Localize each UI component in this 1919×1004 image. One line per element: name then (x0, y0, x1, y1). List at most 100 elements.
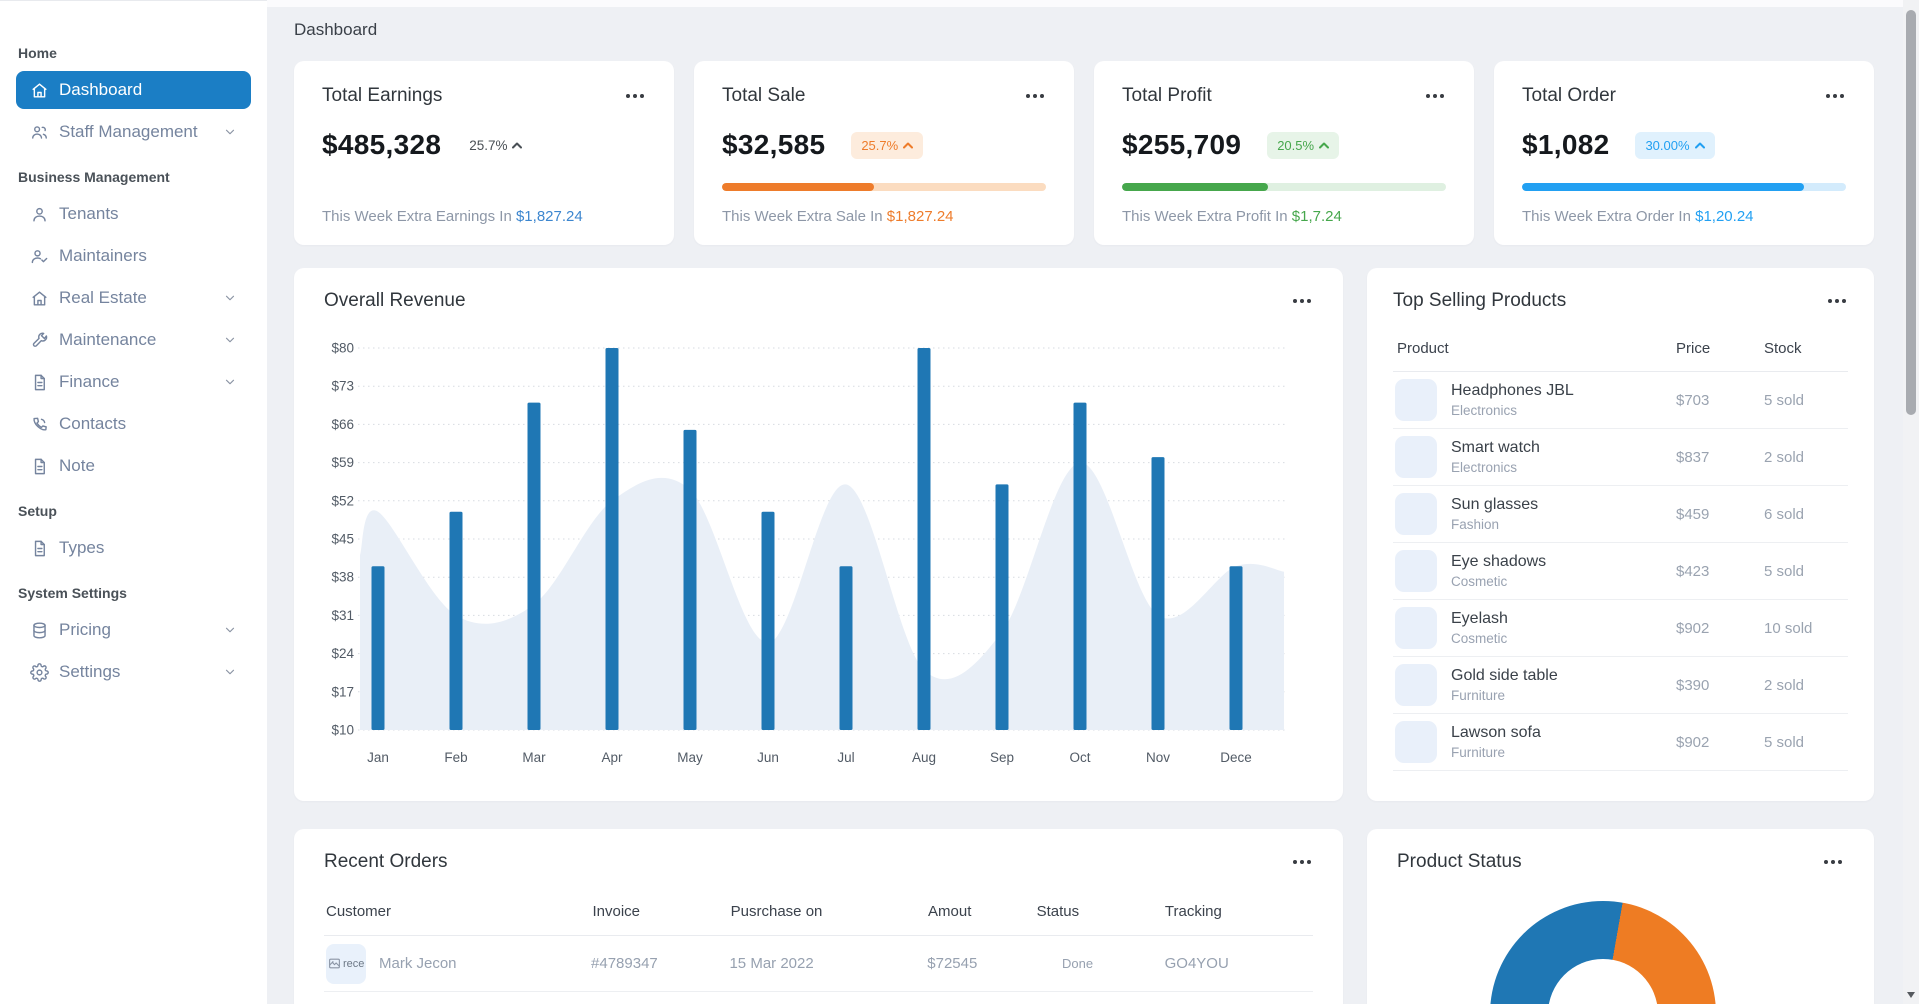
product-thumbnail (1395, 436, 1437, 478)
product-status-panel: Product Status (1367, 829, 1874, 1004)
product-row-eyelash[interactable]: Eyelash Cosmetic $902 10 sold (1393, 600, 1848, 657)
sidebar-item-contacts[interactable]: Contacts (16, 405, 251, 443)
product-row-smart-watch[interactable]: Smart watch Electronics $837 2 sold (1393, 429, 1848, 486)
product-category: Furniture (1451, 745, 1506, 760)
order-amount: $72545 (927, 955, 978, 972)
column-header-invoice: Invoice (592, 903, 641, 920)
product-status-donut (1490, 901, 1716, 1004)
svg-text:Jan: Jan (367, 750, 389, 765)
more-menu-button[interactable] (1291, 856, 1313, 868)
more-menu-button[interactable] (1424, 90, 1446, 102)
stat-cards-row: Total Earnings $485,328 25.7% This Week Ext… (294, 61, 1874, 245)
product-price: $459 (1676, 505, 1710, 523)
more-menu-button[interactable] (1291, 295, 1313, 307)
sidebar-item-finance[interactable]: Finance (16, 363, 251, 401)
sidebar-item-label: Maintenance (59, 330, 157, 349)
more-menu-button[interactable] (1024, 90, 1046, 102)
sidebar-item-real-estate[interactable]: Real Estate (16, 279, 251, 317)
sidebar-item-label: Dashboard (59, 80, 143, 99)
column-header-product: Product (1397, 340, 1449, 357)
product-price: $837 (1676, 448, 1710, 466)
card-value: $485,328 (322, 129, 442, 160)
product-stock: 2 sold (1764, 676, 1805, 694)
sidebar-section-header: Setup (18, 503, 57, 519)
footer-amount: $1,827.24 (886, 208, 954, 225)
order-purchase-date: 15 Mar 2022 (729, 955, 814, 972)
top-selling-panel: Top Selling Products Product Price Stock… (1367, 268, 1874, 801)
product-category: Furniture (1451, 688, 1506, 703)
sidebar-item-dashboard[interactable]: Dashboard (16, 71, 251, 109)
sidebar-item-label: Finance (59, 372, 120, 391)
svg-text:$38: $38 (331, 570, 354, 585)
sidebar-item-label: Tenants (59, 204, 119, 223)
more-menu-button[interactable] (1824, 90, 1846, 102)
product-name: Sun glasses (1451, 496, 1539, 513)
card-title: Total Earnings (322, 85, 443, 106)
product-stock: 10 sold (1764, 619, 1813, 637)
sidebar-item-maintenance[interactable]: Maintenance (16, 321, 251, 359)
scrollbar-down-arrow-icon[interactable] (1907, 992, 1915, 998)
svg-text:$66: $66 (331, 417, 354, 432)
svg-text:$17: $17 (331, 684, 354, 699)
sidebar-item-staff-management[interactable]: Staff Management (16, 113, 251, 151)
product-thumbnail (1395, 379, 1437, 421)
svg-text:$10: $10 (331, 723, 354, 738)
product-category: Cosmetic (1451, 631, 1508, 646)
order-row[interactable]: rece Mark Jecon #4789347 15 Mar 2022 $72545 D… (324, 936, 1313, 992)
svg-text:$24: $24 (331, 646, 354, 661)
change-value: 25.7% (469, 137, 508, 153)
more-menu-button[interactable] (1826, 295, 1848, 307)
stat-card-total-sale: Total Sale $32,585 25.7% This Week Extra Sa… (694, 61, 1074, 245)
svg-text:Dece: Dece (1220, 750, 1252, 765)
product-name: Smart watch (1451, 439, 1540, 456)
svg-text:$52: $52 (331, 493, 354, 508)
order-invoice: #4789347 (591, 955, 658, 972)
card-value: $255,709 (1122, 129, 1242, 160)
top-strip (267, 0, 1903, 7)
home-icon (29, 288, 49, 308)
svg-text:Sep: Sep (990, 750, 1014, 765)
sidebar-item-types[interactable]: Types (16, 529, 251, 567)
product-category: Fashion (1451, 517, 1500, 532)
sidebar: Home Dashboard Staff Management Business Ma… (0, 0, 267, 1004)
product-row-sun-glasses[interactable]: Sun glasses Fashion $459 6 sold (1393, 486, 1848, 543)
change-value: 20.5% (1277, 137, 1315, 153)
svg-text:Aug: Aug (912, 750, 936, 765)
breadcrumb: Dashboard (294, 20, 378, 39)
home-icon (29, 80, 49, 100)
recent-orders-panel: Recent Orders Customer Invoice Pusrchase… (294, 829, 1343, 1004)
caret-up-icon (903, 142, 914, 149)
sidebar-item-settings[interactable]: Settings (16, 653, 251, 691)
product-row-eye-shadows[interactable]: Eye shadows Cosmetic $423 5 sold (1393, 543, 1848, 600)
svg-text:May: May (677, 750, 703, 765)
column-header-stock: Stock (1764, 340, 1802, 357)
main-content: Dashboard Total Earnings $485,328 25.7% Thi… (267, 0, 1919, 1004)
sidebar-item-tenants[interactable]: Tenants (16, 195, 251, 233)
caret-up-icon (512, 142, 523, 149)
scrollbar-thumb[interactable] (1906, 10, 1916, 415)
product-row-headphones-jbl[interactable]: Headphones JBL Electronics $703 5 sold (1393, 372, 1848, 429)
card-footer: This Week Extra Earnings In $1,827.24 (322, 208, 583, 225)
svg-text:$80: $80 (331, 341, 354, 356)
sidebar-section-header: Business Management (18, 169, 170, 185)
sidebar-item-label: Maintainers (59, 246, 147, 265)
file-icon (29, 372, 49, 392)
product-category: Electronics (1451, 460, 1518, 475)
orders-list: rece Mark Jecon #4789347 15 Mar 2022 $72545 D… (324, 936, 1313, 992)
product-row-gold-side-table[interactable]: Gold side table Furniture $390 2 sold (1393, 657, 1848, 714)
product-thumbnail (1395, 493, 1437, 535)
sidebar-item-note[interactable]: Note (16, 447, 251, 485)
sidebar-item-pricing[interactable]: Pricing (16, 611, 251, 649)
product-stock: 5 sold (1764, 733, 1805, 751)
product-row-lawson-sofa[interactable]: Lawson sofa Furniture $902 5 sold (1393, 714, 1848, 771)
more-menu-button[interactable] (1822, 856, 1844, 868)
product-category: Cosmetic (1451, 574, 1508, 589)
card-title: Total Profit (1122, 85, 1212, 106)
wrench-icon (29, 330, 49, 350)
more-menu-button[interactable] (624, 90, 646, 102)
card-footer: This Week Extra Sale In $1,827.24 (722, 208, 954, 225)
page-scrollbar[interactable] (1903, 0, 1919, 1004)
gear-icon (29, 662, 49, 682)
sidebar-item-maintainers[interactable]: Maintainers (16, 237, 251, 275)
orders-table-header: Customer Invoice Pusrchase on Amout Stat… (324, 895, 1313, 936)
